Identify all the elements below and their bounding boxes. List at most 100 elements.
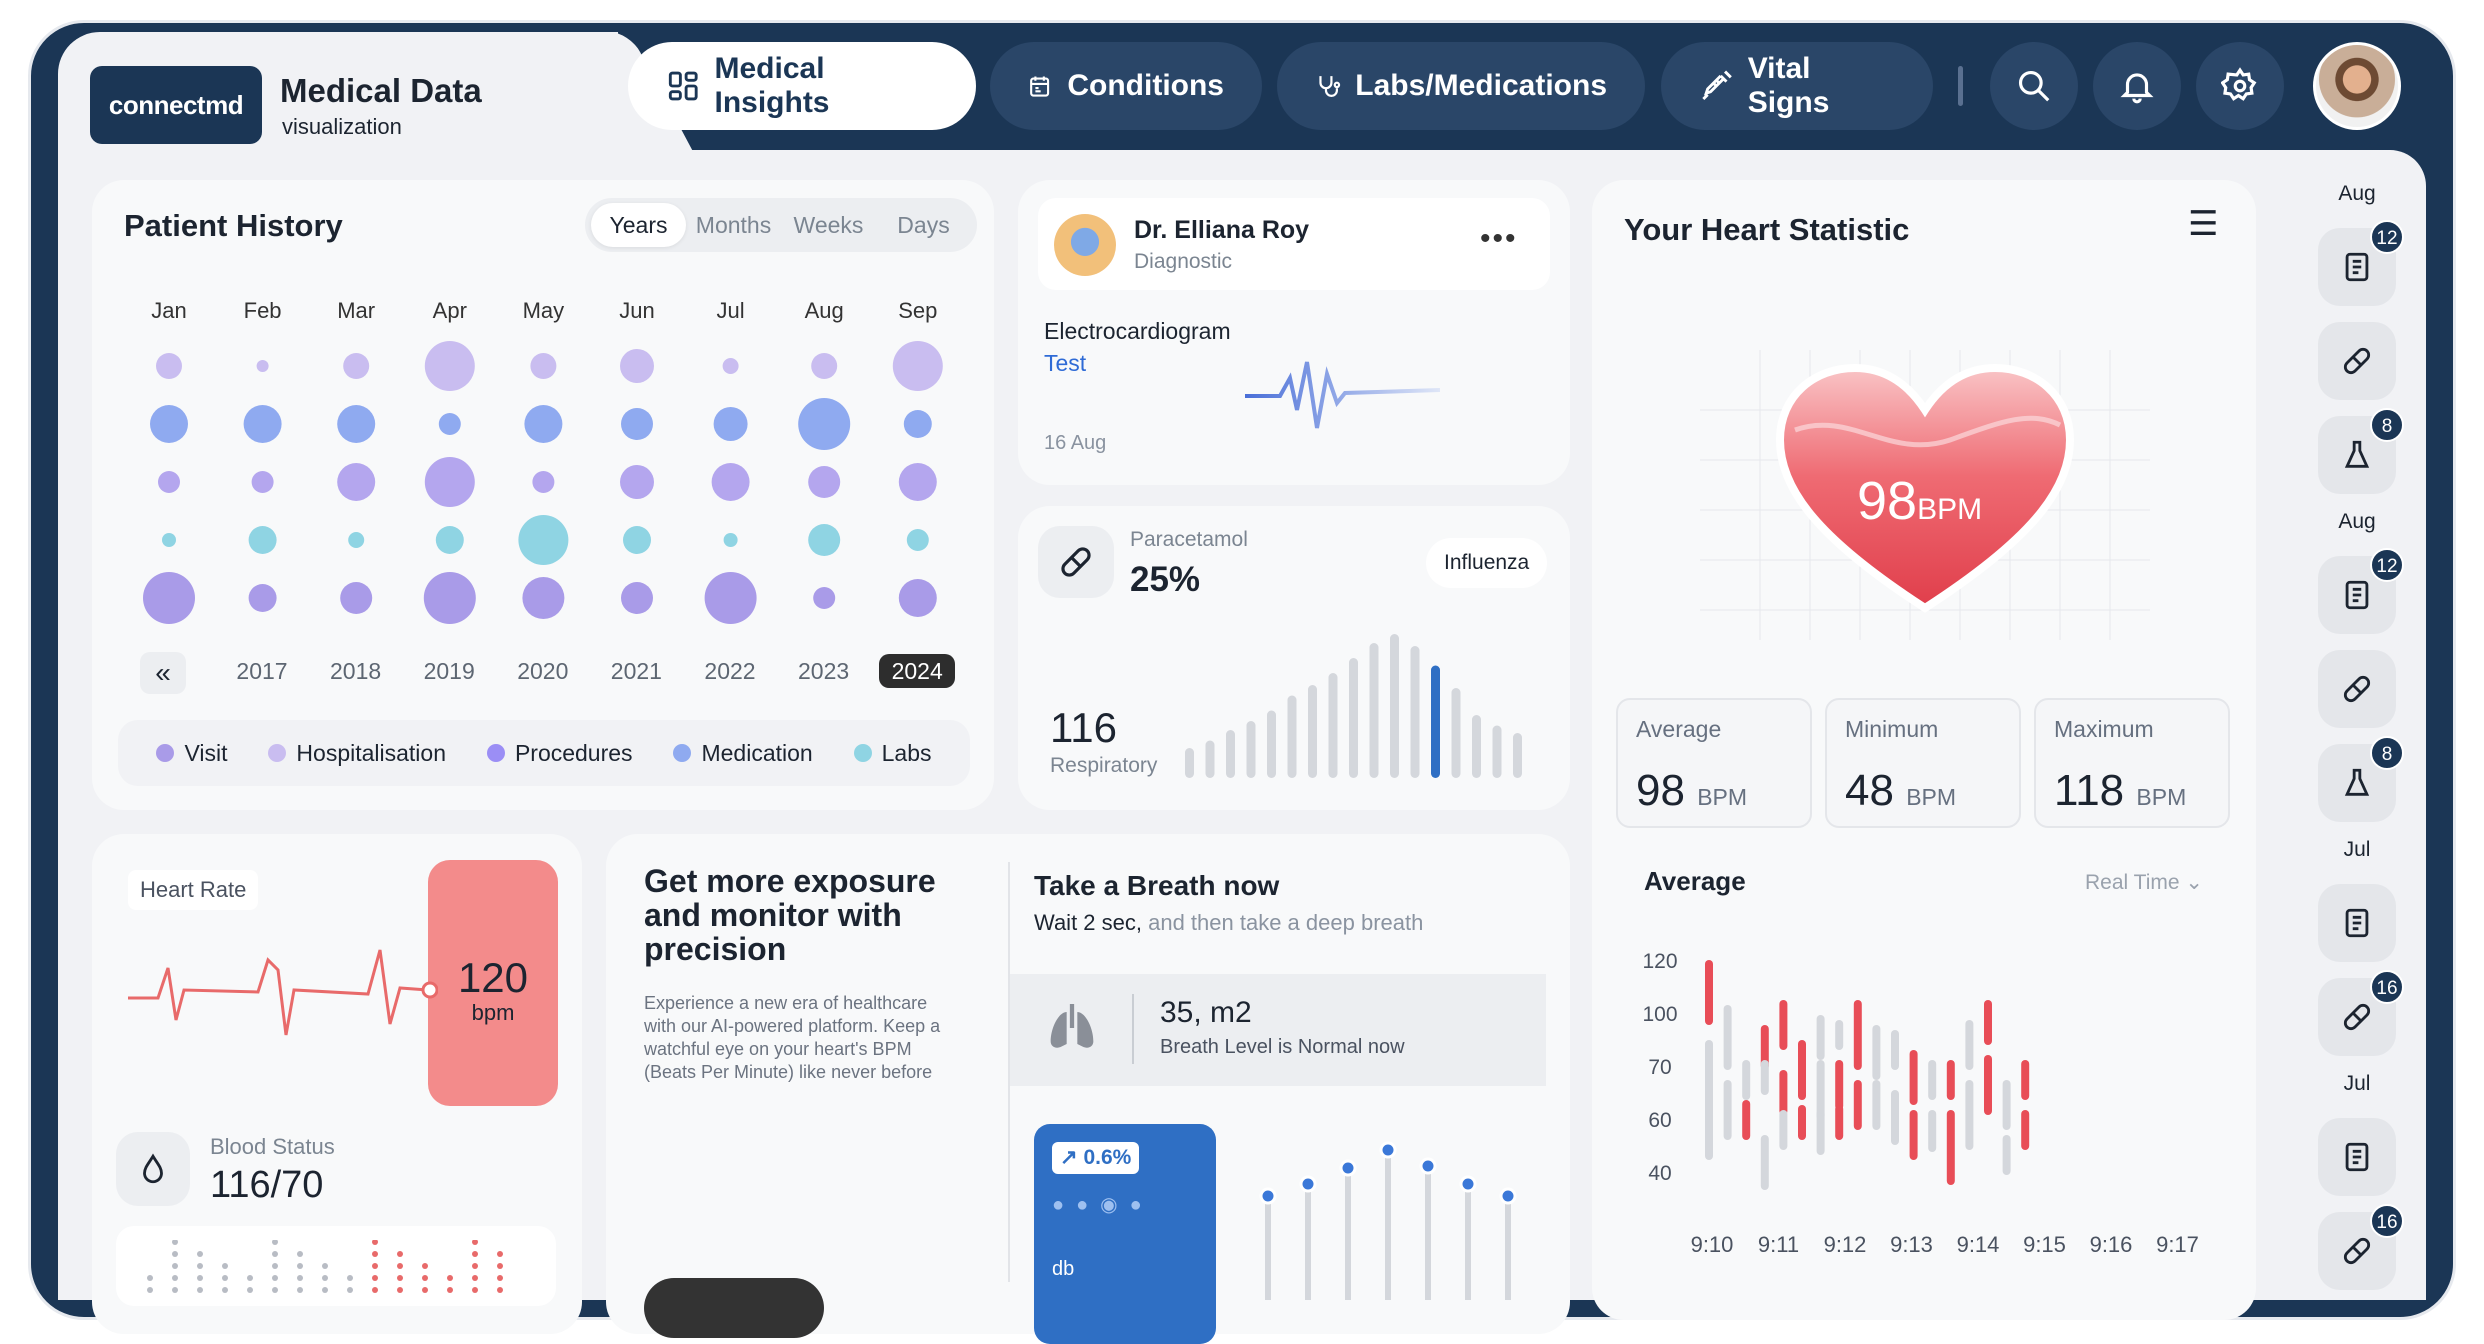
blood-dot (247, 1287, 253, 1293)
average-bar (1760, 1060, 1769, 1095)
average-bar (1853, 1080, 1862, 1130)
test-link[interactable]: Test (1044, 350, 1086, 377)
blood-dot (222, 1287, 228, 1293)
drug-name: Paracetamol (1130, 528, 1248, 551)
promo-button[interactable] (644, 1278, 824, 1338)
tab-conditions[interactable]: Conditions (990, 42, 1262, 130)
blood-dot (472, 1251, 478, 1257)
app-subtitle: visualization (282, 114, 402, 139)
range-months[interactable]: Months (686, 203, 781, 247)
history-bubble (337, 463, 376, 501)
average-bar (1835, 1105, 1844, 1140)
average-bar (1723, 1080, 1732, 1140)
menu-icon[interactable]: ☰ (2188, 207, 2218, 241)
range-weeks[interactable]: Weeks (781, 203, 876, 247)
history-bubble (711, 463, 750, 501)
patient-history-title: Patient History (124, 208, 343, 243)
years-back-button[interactable]: « (140, 652, 186, 694)
average-bar (1946, 1060, 1955, 1100)
chart-mode-dropdown[interactable]: Real Time ⌄ (2085, 870, 2203, 895)
calendar-clipboard-icon (1030, 76, 1050, 97)
average-bar (1835, 1020, 1844, 1050)
history-bubble (813, 587, 836, 609)
year-option[interactable]: 2018 (318, 658, 394, 685)
x-tick-label: 9:10 (1691, 1232, 1734, 1257)
history-bubble (898, 463, 937, 501)
history-bubble (623, 526, 651, 554)
count-badge: 8 (2370, 736, 2404, 770)
rail-group-label: Jul (2343, 838, 2371, 861)
history-bubble (532, 471, 555, 493)
count-badge: 12 (2370, 220, 2404, 254)
tab-vital-signs[interactable]: Vital Signs (1661, 42, 1933, 130)
year-option[interactable]: 2022 (692, 658, 768, 685)
rail-item-document[interactable]: 12 (2318, 220, 2404, 306)
history-bubble (722, 358, 739, 374)
respiratory-bar (1431, 665, 1440, 778)
promo-body: Experience a new era of healthcare with … (644, 993, 941, 1082)
breath-point (1499, 1187, 1517, 1205)
rail-group-label: Aug (2338, 182, 2376, 205)
nav-divider (1958, 66, 1963, 106)
history-bubble (251, 471, 274, 493)
search-button[interactable] (1990, 42, 2078, 130)
rail-item-pill[interactable] (2318, 650, 2396, 728)
respiratory-bar (1492, 725, 1502, 778)
tab-medical-insights[interactable]: Medical Insights (628, 42, 976, 130)
ecg-sparkline (1245, 361, 1440, 429)
respiratory-bar (1185, 748, 1194, 778)
average-bar (1984, 1055, 1992, 1115)
rail-item-document[interactable] (2318, 884, 2396, 962)
average-bar (1946, 1110, 1955, 1185)
tab-label: Labs/Medications (1355, 69, 1607, 102)
year-option[interactable]: 2023 (786, 658, 862, 685)
heart-rate-unit: bpm (471, 1000, 515, 1025)
history-bubble (530, 353, 557, 379)
rail-item-pill[interactable]: 16 (2318, 970, 2404, 1056)
average-chart-title: Average (1644, 866, 1746, 896)
blood-dot (197, 1251, 203, 1257)
blood-dot (197, 1275, 203, 1281)
rail-item-document[interactable] (2318, 1118, 2396, 1196)
rail-item-pill[interactable]: 16 (2318, 1204, 2404, 1290)
pager-dots[interactable]: ●●◉● (1052, 1192, 1154, 1217)
history-bubble (808, 524, 841, 556)
rail-item-flask[interactable]: 8 (2318, 736, 2404, 822)
heart-rate-line (128, 949, 438, 1036)
year-option[interactable]: 2020 (505, 658, 581, 685)
average-bar (1891, 1090, 1899, 1145)
year-option[interactable]: 2024 (879, 654, 956, 688)
respiratory-bar (1472, 715, 1481, 778)
rail-item-document[interactable]: 12 (2318, 548, 2404, 634)
blood-dot (322, 1263, 328, 1269)
history-bubble (524, 405, 563, 443)
settings-button[interactable] (2196, 42, 2284, 130)
document-icon (2340, 578, 2374, 612)
range-years[interactable]: Years (591, 203, 686, 247)
notifications-button[interactable] (2093, 42, 2181, 130)
history-bubble (435, 526, 464, 554)
rail-item-pill[interactable] (2318, 322, 2396, 400)
document-icon (2340, 1140, 2374, 1174)
user-avatar[interactable] (2313, 42, 2401, 130)
condition-tag[interactable]: Influenza (1426, 538, 1548, 588)
history-bubble (424, 341, 475, 391)
tab-labs-medications[interactable]: Labs/Medications (1277, 42, 1645, 130)
year-option[interactable]: 2017 (224, 658, 300, 685)
history-bubble (903, 410, 932, 438)
x-tick-label: 9:11 (1758, 1232, 1799, 1257)
year-option[interactable]: 2021 (598, 658, 674, 685)
year-option[interactable]: 2019 (411, 658, 487, 685)
blood-drop-tile (116, 1132, 190, 1206)
blood-dot (222, 1263, 228, 1269)
history-bubble (723, 533, 738, 547)
y-tick-label: 70 (1648, 1056, 1671, 1079)
rail-item-flask[interactable]: 8 (2318, 408, 2404, 494)
blood-dot (322, 1275, 328, 1281)
history-bubble (438, 413, 461, 435)
blood-dot (372, 1275, 378, 1281)
history-bubble (621, 582, 653, 614)
blood-dot (372, 1251, 378, 1257)
range-days[interactable]: Days (876, 203, 971, 247)
more-options-icon[interactable]: ••• (1480, 222, 1518, 256)
